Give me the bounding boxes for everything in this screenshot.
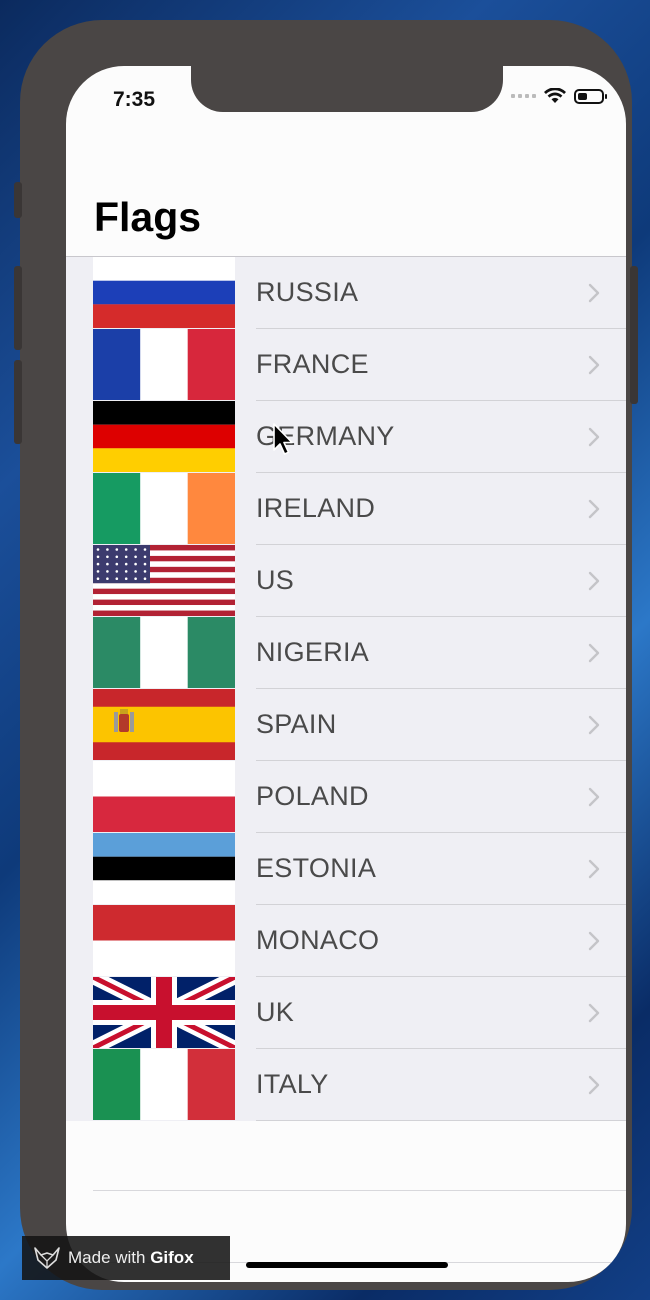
list-item-france[interactable]: FRANCE — [66, 329, 626, 401]
notch — [191, 66, 503, 112]
chevron-right-icon — [588, 499, 600, 519]
estonia-flag-image — [93, 833, 235, 904]
list-item-nigeria[interactable]: NIGERIA — [66, 617, 626, 689]
volume-down-button — [14, 360, 22, 444]
country-label: RUSSIA — [256, 277, 359, 307]
power-button — [630, 266, 638, 404]
signal-icon — [511, 94, 536, 98]
ireland-flag-image — [93, 473, 235, 544]
country-label: NIGERIA — [256, 637, 370, 667]
row-separator — [256, 1120, 626, 1121]
country-label: ITALY — [256, 1069, 329, 1099]
wifi-icon — [544, 88, 566, 103]
country-label: POLAND — [256, 781, 369, 811]
pointer-cursor-icon — [273, 423, 293, 455]
list-item-poland[interactable]: POLAND — [66, 761, 626, 833]
chevron-right-icon — [588, 1003, 600, 1023]
country-list: RUSSIA FRANCE GERMANY IRELAND US NIGERIA SPAIN… — [66, 257, 626, 1121]
germany-flag-image — [93, 401, 235, 472]
home-indicator[interactable] — [246, 1262, 448, 1268]
country-label: FRANCE — [256, 349, 369, 379]
watermark-brand: Gifox — [150, 1248, 194, 1267]
chevron-right-icon — [588, 1075, 600, 1095]
list-item-estonia[interactable]: ESTONIA — [66, 833, 626, 905]
watermark-prefix: Made with — [68, 1248, 151, 1267]
mute-switch — [14, 182, 22, 218]
phone-frame: 7:35 Flags RUSSIA FRANCE GERMANY IRELAND US N… — [14, 20, 638, 1290]
chevron-right-icon — [588, 931, 600, 951]
list-item-uk[interactable]: UK — [66, 977, 626, 1049]
poland-flag-image — [93, 761, 235, 832]
status-time: 7:35 — [113, 88, 156, 111]
us-flag-image — [93, 545, 235, 616]
chevron-right-icon — [588, 715, 600, 735]
chevron-right-icon — [588, 571, 600, 591]
chevron-right-icon — [588, 787, 600, 807]
chevron-right-icon — [588, 355, 600, 375]
list-item-russia[interactable]: RUSSIA — [66, 257, 626, 329]
country-label: SPAIN — [256, 709, 337, 739]
chevron-right-icon — [588, 427, 600, 447]
uk-flag-image — [93, 977, 235, 1048]
list-item-italy[interactable]: ITALY — [66, 1049, 626, 1121]
france-flag-image — [93, 329, 235, 400]
list-item-monaco[interactable]: MONACO — [66, 905, 626, 977]
country-label: IRELAND — [256, 493, 376, 523]
spain-flag-image — [93, 689, 235, 760]
italy-flag-image — [93, 1049, 235, 1120]
chevron-right-icon — [588, 859, 600, 879]
volume-up-button — [14, 266, 22, 350]
gifox-watermark: Made with Gifox — [22, 1236, 230, 1280]
list-item-spain[interactable]: SPAIN — [66, 689, 626, 761]
battery-icon — [574, 88, 607, 104]
country-label: UK — [256, 997, 295, 1027]
list-item-ireland[interactable]: IRELAND — [66, 473, 626, 545]
country-label: ESTONIA — [256, 853, 377, 883]
fox-logo-icon — [34, 1247, 60, 1269]
country-label: MONACO — [256, 925, 380, 955]
app-screen: 7:35 Flags RUSSIA FRANCE GERMANY IRELAND US N… — [66, 66, 626, 1282]
country-label: US — [256, 565, 295, 595]
monaco-flag-image — [93, 905, 235, 976]
page-title: Flags — [94, 194, 202, 240]
russia-flag-image — [93, 257, 235, 328]
nigeria-flag-image — [93, 617, 235, 688]
list-item-germany[interactable]: GERMANY — [66, 401, 626, 473]
empty-row-separator — [93, 1190, 626, 1191]
chevron-right-icon — [588, 643, 600, 663]
status-icons — [511, 88, 607, 104]
watermark-text: Made with Gifox — [68, 1248, 194, 1268]
list-item-us[interactable]: US — [66, 545, 626, 617]
chevron-right-icon — [588, 283, 600, 303]
